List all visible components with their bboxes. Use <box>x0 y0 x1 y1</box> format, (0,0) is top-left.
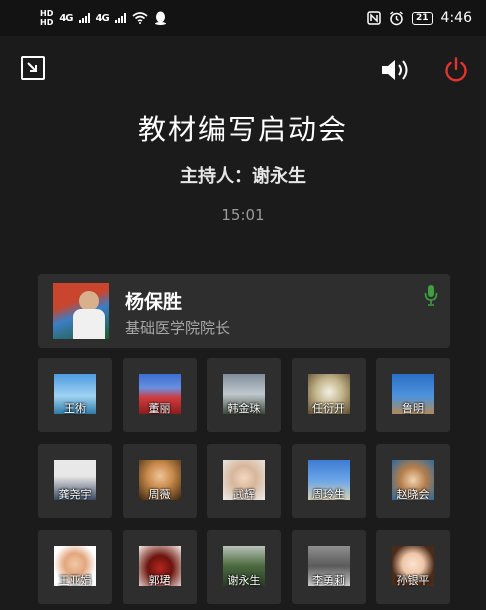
participant-name: 武辉 <box>233 488 255 501</box>
speaker-icon[interactable] <box>380 58 412 82</box>
nfc-icon <box>367 11 381 25</box>
signal-icon <box>114 13 126 23</box>
participant-tile[interactable]: 龚尧宇 <box>38 444 112 518</box>
meeting-title: 教材编写启动会 <box>137 113 348 146</box>
wifi-icon <box>132 12 148 24</box>
participant-tile[interactable]: 董丽 <box>122 358 197 432</box>
hd-badge: HD <box>40 9 54 18</box>
participant-name: 谢永生 <box>227 574 261 587</box>
participant-tile[interactable]: 任衍开 <box>291 358 366 432</box>
participant-name: 周薇 <box>148 488 171 501</box>
participant-tile[interactable]: 周薇 <box>122 444 197 518</box>
participant-name: 龚尧宇 <box>58 488 92 501</box>
status-left: HD HD 4G 4G <box>40 9 167 27</box>
participant-tile[interactable]: 韩金珠 <box>207 358 281 432</box>
status-bar: HD HD 4G 4G 21 4:46 <box>0 0 486 36</box>
participant-name: 周玲生 <box>312 488 345 501</box>
signal-icon <box>78 13 90 23</box>
avatar <box>53 283 109 339</box>
participant-tile[interactable]: 赵晓会 <box>376 444 450 518</box>
power-icon[interactable] <box>442 56 470 84</box>
participant-name: 鲁明 <box>402 402 424 415</box>
speaker-name: 杨保胜 <box>125 291 183 313</box>
clock: 4:46 <box>440 10 472 26</box>
status-right: 21 4:46 <box>367 10 472 26</box>
participant-name: 王術 <box>64 402 86 415</box>
participant-tile[interactable]: 周玲生 <box>291 444 366 518</box>
qq-icon <box>154 11 166 25</box>
network-type: 4G <box>95 12 110 24</box>
microphone-icon <box>424 285 438 306</box>
participant-tile[interactable]: 谢永生 <box>207 530 281 604</box>
participant-tile[interactable]: 王術 <box>38 358 112 432</box>
hd-indicators: HD HD <box>40 9 53 27</box>
participant-tile[interactable]: 李勇莉 <box>291 530 366 604</box>
participant-name: 韩金珠 <box>227 402 261 415</box>
participant-name: 董丽 <box>148 402 171 415</box>
participant-tile[interactable]: 武辉 <box>207 444 281 518</box>
participant-tile[interactable]: 郭珺 <box>122 530 197 604</box>
participant-tile[interactable]: 王亚娟 <box>38 530 112 604</box>
participant-tile[interactable]: 鲁明 <box>376 358 450 432</box>
alarm-icon <box>390 10 403 25</box>
battery-indicator: 21 <box>412 11 433 25</box>
participant-name: 孙银平 <box>396 574 430 587</box>
exit-fullscreen-icon[interactable] <box>21 56 45 80</box>
meeting-elapsed-time: 15:01 <box>221 206 265 224</box>
meeting-toolbar <box>0 52 486 88</box>
network-type: 4G <box>59 12 73 24</box>
participant-tile[interactable]: 孙银平 <box>376 530 450 604</box>
active-speaker-card[interactable]: 杨保胜 基础医学院院长 <box>38 274 450 348</box>
meeting-host: 主持人：谢永生 <box>180 166 306 187</box>
participant-name: 王亚娟 <box>58 574 92 587</box>
participant-grid: 王術 董丽 韩金珠 任衍开 鲁明 龚尧宇 周薇 武辉 周玲生 赵晓会 王亚娟 郭… <box>38 358 450 604</box>
participant-name: 李勇莉 <box>312 574 345 587</box>
participant-name: 任衍开 <box>312 402 345 415</box>
participant-name: 郭珺 <box>148 574 171 587</box>
hd-badge: HD <box>40 18 54 27</box>
participant-name: 赵晓会 <box>396 488 430 501</box>
speaker-role: 基础医学院院长 <box>125 319 231 337</box>
